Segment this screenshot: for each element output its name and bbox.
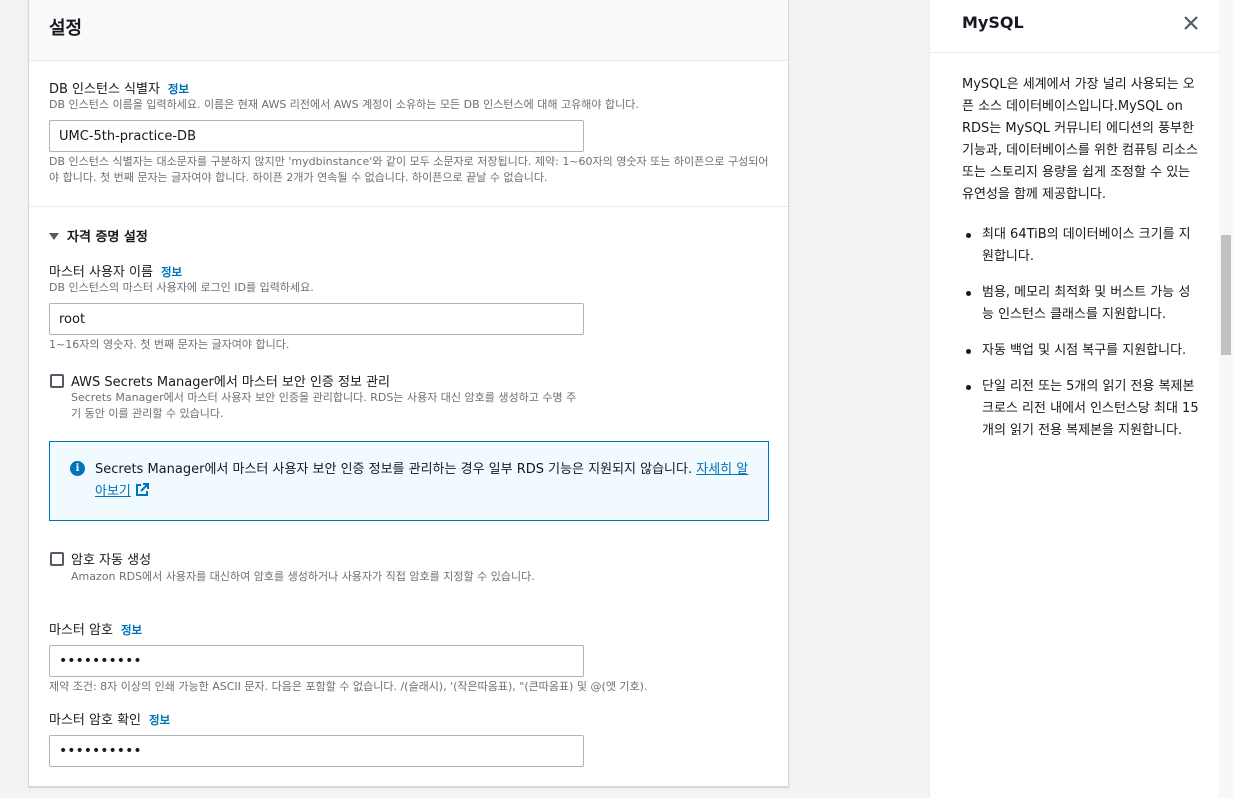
help-feature-list: 최대 64TiB의 데이터베이스 크기를 지원합니다. 범용, 메모리 최적화 … [962, 224, 1202, 442]
list-item: 범용, 메모리 최적화 및 버스트 가능 성능 인스턴스 클래스를 지원합니다. [966, 282, 1202, 326]
list-item: 최대 64TiB의 데이터베이스 크기를 지원합니다. [966, 224, 1202, 268]
confirm-password-input[interactable] [49, 735, 584, 767]
alert-message: Secrets Manager에서 마스터 사용자 보안 인증 정보를 관리하는… [95, 459, 755, 503]
section-divider [29, 206, 788, 207]
db-identifier-input[interactable] [49, 120, 584, 152]
help-panel-header: MySQL [930, 0, 1219, 53]
list-item: 단일 리전 또는 5개의 읽기 전용 복제본 크로스 리전 내에서 인스턴스당 … [966, 376, 1202, 442]
master-password-input[interactable] [49, 645, 584, 677]
master-password-constraint: 제약 조건: 8자 이상의 인쇄 가능한 ASCII 문자. 다음은 포함할 수… [49, 680, 648, 693]
close-icon[interactable] [1182, 14, 1200, 32]
master-username-constraint: 1~16자의 영숫자. 첫 번째 문자는 글자여야 합니다. [49, 338, 290, 351]
auto-password-checkbox[interactable] [50, 552, 64, 566]
caret-down-icon [49, 233, 59, 240]
db-identifier-info-link[interactable]: 정보 [168, 82, 189, 96]
master-password-info-link[interactable]: 정보 [121, 623, 142, 637]
secrets-manager-label[interactable]: AWS Secrets Manager에서 마스터 보안 인증 정보 관리 [71, 371, 390, 390]
scrollbar-thumb[interactable] [1221, 235, 1231, 355]
external-link-icon[interactable] [135, 483, 149, 497]
master-password-label: 마스터 암호 [49, 623, 113, 638]
master-username-label: 마스터 사용자 이름 [49, 265, 153, 280]
scrollbar-track[interactable] [1219, 0, 1233, 798]
credentials-section-label: 자격 증명 설정 [67, 230, 148, 245]
confirm-password-label: 마스터 암호 확인 [49, 713, 141, 728]
confirm-password-info-link[interactable]: 정보 [149, 713, 170, 727]
info-icon: i [70, 461, 85, 476]
db-identifier-label-row: DB 인스턴스 식별자 정보 [49, 78, 189, 97]
list-item: 자동 백업 및 시점 복구를 지원합니다. [966, 340, 1202, 362]
secrets-manager-description: Secrets Manager에서 마스터 사용자 보안 인증을 관리합니다. … [71, 391, 577, 420]
credentials-section-toggle[interactable]: 자격 증명 설정 [49, 226, 148, 245]
db-identifier-description: DB 인스턴스 이름을 입력하세요. 이름은 현재 AWS 리전에서 AWS 계… [49, 98, 639, 111]
master-username-description: DB 인스턴스의 마스터 사용자에 로그인 ID를 입력하세요. [49, 281, 314, 294]
help-panel-title: MySQL [962, 13, 1024, 32]
db-identifier-constraint: DB 인스턴스 식별자는 대소문자를 구분하지 않지만 'mydbinstanc… [49, 155, 769, 184]
secrets-manager-checkbox[interactable] [50, 374, 64, 388]
master-username-label-row: 마스터 사용자 이름 정보 [49, 261, 182, 280]
secrets-manager-alert: i Secrets Manager에서 마스터 사용자 보안 인증 정보를 관리… [49, 441, 769, 521]
settings-panel: 설정 DB 인스턴스 식별자 정보 DB 인스턴스 이름을 입력하세요. 이름은 … [28, 0, 789, 787]
settings-title: 설정 [49, 18, 83, 39]
auto-password-description: Amazon RDS에서 사용자를 대신하여 암호를 생성하거나 사용자가 직접… [71, 570, 535, 583]
auto-password-label[interactable]: 암호 자동 생성 [71, 549, 151, 568]
master-password-label-row: 마스터 암호 정보 [49, 619, 142, 638]
help-panel: MySQL MySQL은 세계에서 가장 널리 사용되는 오픈 소스 데이터베이… [929, 0, 1219, 798]
confirm-password-label-row: 마스터 암호 확인 정보 [49, 709, 170, 728]
help-panel-body: MySQL은 세계에서 가장 널리 사용되는 오픈 소스 데이터베이스입니다.M… [962, 74, 1202, 456]
help-intro: MySQL은 세계에서 가장 널리 사용되는 오픈 소스 데이터베이스입니다.M… [962, 77, 1198, 202]
db-identifier-label: DB 인스턴스 식별자 [49, 82, 160, 97]
master-username-info-link[interactable]: 정보 [161, 265, 182, 279]
master-username-input[interactable] [49, 303, 584, 335]
settings-header: 설정 [29, 0, 788, 61]
page: 설정 DB 인스턴스 식별자 정보 DB 인스턴스 이름을 입력하세요. 이름은 … [0, 0, 1233, 798]
alert-text: Secrets Manager에서 마스터 사용자 보안 인증 정보를 관리하는… [95, 462, 693, 477]
